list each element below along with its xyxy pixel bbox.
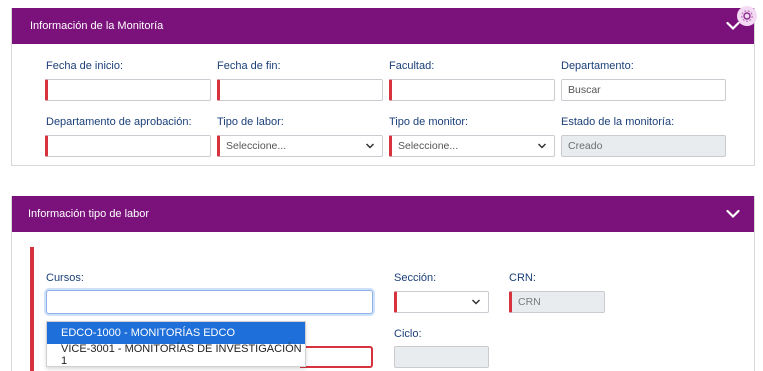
chevron-down-icon xyxy=(537,143,547,149)
required-marker xyxy=(30,247,34,371)
tipo-labor-label: Tipo de labor: xyxy=(217,116,284,128)
chevron-down-icon[interactable] xyxy=(726,207,740,221)
ciclo-label: Ciclo: xyxy=(394,328,422,340)
facultad-field[interactable] xyxy=(389,79,555,101)
monitoria-info-title: Información de la Monitoría xyxy=(30,20,164,32)
gear-icon[interactable] xyxy=(737,6,757,26)
cursos-dropdown: EDCO-1000 - MONITORÍAS EDCO VICE-3001 - … xyxy=(46,321,306,367)
departamento-label: Departamento: xyxy=(561,60,634,72)
fecha-fin-field[interactable] xyxy=(217,79,383,101)
tipo-monitor-label: Tipo de monitor: xyxy=(389,116,469,128)
estado-label: Estado de la monitoría: xyxy=(561,116,675,128)
tipo-labor-selected: Seleccione... xyxy=(226,140,287,152)
depto-aprobacion-field[interactable] xyxy=(45,135,211,157)
chevron-down-icon xyxy=(365,143,375,149)
monitoria-info-header[interactable]: Información de la Monitoría xyxy=(12,8,754,44)
periodo-field[interactable] xyxy=(300,346,373,368)
chevron-down-icon xyxy=(471,299,481,305)
tipo-monitor-selected: Seleccione... xyxy=(398,140,459,152)
tipo-monitor-select[interactable]: Seleccione... xyxy=(389,135,555,157)
tipo-labor-select[interactable]: Seleccione... xyxy=(217,135,383,157)
estado-field: Creado xyxy=(561,135,726,157)
fecha-fin-label: Fecha de fin: xyxy=(217,60,281,72)
seccion-label: Sección: xyxy=(394,272,437,284)
tipo-labor-title: Información tipo de labor xyxy=(28,208,150,220)
cursos-search-input[interactable] xyxy=(46,290,373,314)
fecha-inicio-label: Fecha de inicio: xyxy=(46,60,124,72)
departamento-search-input[interactable]: Buscar xyxy=(561,79,726,101)
crn-field: CRN xyxy=(509,291,605,313)
facultad-label: Facultad: xyxy=(389,60,435,72)
tipo-labor-header[interactable]: Información tipo de labor xyxy=(12,196,754,232)
crn-label: CRN: xyxy=(509,272,536,284)
fecha-inicio-field[interactable] xyxy=(45,79,211,101)
course-option[interactable]: VICE-3001 - MONITORÍAS DE INVESTIGACIÓN … xyxy=(47,343,305,367)
cursos-label: Cursos: xyxy=(46,272,84,284)
seccion-select[interactable] xyxy=(394,291,489,313)
ciclo-field xyxy=(394,346,489,368)
course-option[interactable]: EDCO-1000 - MONITORÍAS EDCO xyxy=(47,322,305,344)
depto-aprobacion-label: Departamento de aprobación: xyxy=(46,116,192,128)
